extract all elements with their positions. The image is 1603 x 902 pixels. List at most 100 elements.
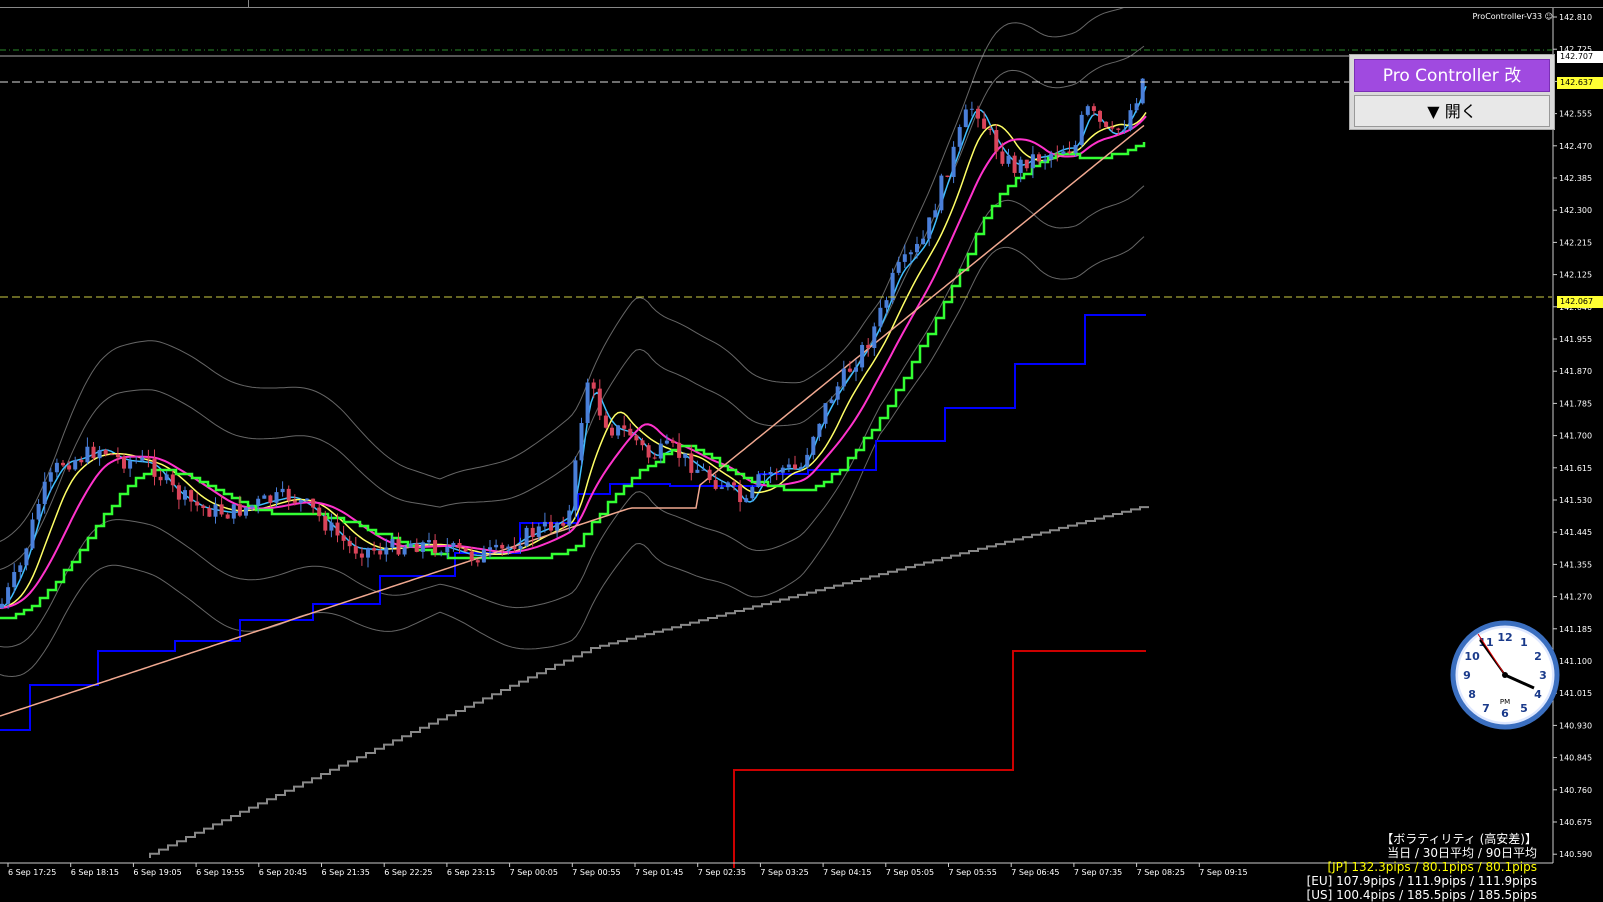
candle-body [189, 490, 194, 502]
candle-body [567, 510, 572, 526]
candle-body [1122, 129, 1127, 131]
candle-body [500, 544, 505, 549]
candle-body [134, 460, 139, 462]
price-tick-label: 142.125 [1559, 271, 1592, 280]
candle-body [1073, 145, 1078, 154]
level-price-label: 142.067 [1557, 296, 1603, 308]
candle-body [79, 460, 84, 463]
candle-body [195, 501, 200, 506]
volatility-panel: 【ボラティリティ (高安差)】 当日 / 30日平均 / 90日平均 [JP] … [1307, 832, 1537, 902]
candle-body [860, 344, 865, 368]
candle-body [445, 546, 450, 553]
candle-body [1134, 103, 1139, 111]
candle-body [378, 550, 383, 555]
time-tick-label: 6 Sep 17:25 [8, 868, 56, 877]
candle-body [927, 217, 932, 239]
candle-body [73, 460, 78, 470]
candle-body [982, 118, 987, 129]
candle-body [713, 480, 718, 489]
candle-body [30, 519, 35, 549]
candle-body [481, 549, 486, 563]
time-tick-label: 7 Sep 07:35 [1074, 868, 1122, 877]
candle-body [591, 382, 596, 389]
candle-body [268, 495, 273, 503]
candle-body [329, 522, 334, 531]
candle-body [628, 428, 633, 436]
pro-controller-title-button[interactable]: Pro Controller 改 [1354, 59, 1550, 92]
candle-body [0, 603, 4, 608]
candle-body [201, 505, 206, 508]
candle-body [994, 130, 999, 152]
candle-body [549, 521, 553, 531]
candle-body [1006, 155, 1011, 164]
price-tick-label: 142.215 [1559, 238, 1592, 247]
candle-body [1055, 153, 1060, 155]
time-tick-label: 7 Sep 05:55 [949, 868, 997, 877]
price-tick-label: 141.700 [1559, 432, 1592, 441]
candle-body [1110, 126, 1115, 129]
candle-body [1116, 128, 1121, 130]
candle-body [305, 498, 309, 501]
candle-body [128, 460, 133, 469]
candle-body [976, 108, 980, 119]
ma-long-line [0, 124, 1145, 717]
time-tick-label: 7 Sep 05:05 [886, 868, 934, 877]
chart-tab[interactable] [0, 0, 249, 7]
candle-body [457, 542, 462, 549]
candle-body [1024, 159, 1029, 169]
candle-body [1061, 151, 1066, 154]
candle-body [872, 326, 877, 349]
candle-body [542, 521, 547, 527]
candle-body [823, 403, 828, 424]
candle-body [603, 415, 608, 428]
candle-body [420, 542, 425, 552]
horizontal-levels [0, 49, 1552, 298]
price-chart[interactable]: 142.810142.725142.640142.555142.470142.3… [0, 8, 1603, 902]
candle-body [896, 261, 901, 273]
price-tick-label: 141.955 [1559, 335, 1592, 344]
candle-body [286, 488, 291, 501]
candle-body [762, 474, 767, 476]
clock-number: 8 [1468, 688, 1476, 701]
candle-body [780, 467, 785, 473]
candle-body [1128, 110, 1133, 130]
red-step-line [733, 650, 1146, 868]
time-tick-label: 6 Sep 19:05 [133, 868, 181, 877]
candle-body [640, 440, 645, 446]
pro-controller-panel: Pro Controller 改 ▼ 開く [1349, 54, 1555, 130]
candle-body [122, 457, 126, 469]
candle-body [42, 481, 47, 504]
price-tick-label: 142.300 [1559, 206, 1592, 215]
candle-body [207, 507, 212, 517]
candle-body [384, 547, 389, 555]
candle-body [908, 252, 913, 255]
volatility-header: 当日 / 30日平均 / 90日平均 [1387, 846, 1537, 860]
candle-body [902, 254, 907, 262]
candle-body [658, 443, 663, 459]
price-tick-label: 142.385 [1559, 174, 1592, 183]
candle-body [183, 490, 187, 500]
candle-body [91, 446, 96, 459]
candle-body [1085, 106, 1090, 115]
time-tick-label: 6 Sep 19:55 [196, 868, 244, 877]
candle-body [652, 457, 657, 459]
time-tick-label: 7 Sep 09:15 [1199, 868, 1247, 877]
candle-body [915, 243, 919, 253]
candle-body [244, 507, 248, 516]
candle-body [738, 485, 743, 503]
candle-body [811, 436, 816, 455]
candle-body [225, 514, 230, 519]
time-tick-label: 6 Sep 21:35 [322, 868, 370, 877]
pro-controller-open-button[interactable]: ▼ 開く [1354, 95, 1550, 127]
price-tick-label: 141.870 [1559, 367, 1592, 376]
candle-body [585, 382, 590, 424]
candle-body [298, 500, 303, 503]
gray-step-line [149, 506, 1149, 858]
candle-body [219, 504, 224, 515]
candle-body [805, 454, 810, 467]
candle-body [24, 548, 29, 566]
ask-price-label: 142.637 [1557, 77, 1603, 89]
candle-body [1030, 154, 1035, 169]
candle-body [1067, 151, 1072, 154]
candle-body [1043, 159, 1048, 162]
